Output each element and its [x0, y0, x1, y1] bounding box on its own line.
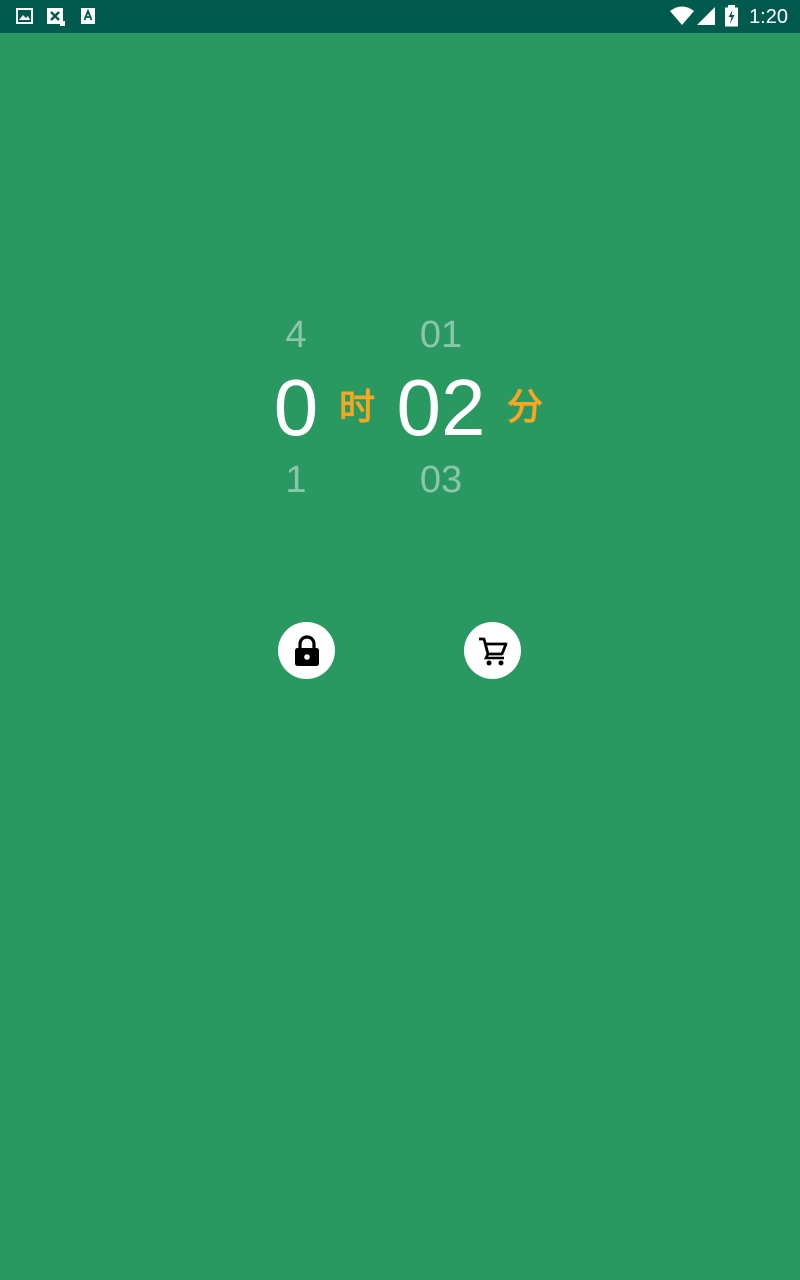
battery-charging-icon [725, 5, 738, 27]
cart-button[interactable] [464, 622, 521, 679]
status-bar: 1:20 [0, 0, 800, 33]
minute-selected[interactable]: 02 [391, 368, 491, 448]
hour-next[interactable]: 1 [276, 461, 316, 499]
close-box-icon [47, 8, 65, 26]
hour-prev[interactable]: 4 [276, 316, 316, 354]
lock-icon [294, 634, 319, 666]
image-icon [16, 8, 33, 24]
minute-unit-label: 分 [507, 387, 544, 428]
hour-unit-label: 时 [339, 387, 376, 428]
minute-next[interactable]: 03 [410, 461, 472, 499]
hour-selected[interactable]: 0 [266, 368, 326, 448]
status-time: 1:20 [749, 6, 788, 28]
cart-icon [478, 637, 507, 665]
minute-prev[interactable]: 01 [410, 316, 472, 354]
lock-button[interactable] [278, 622, 335, 679]
text-a-icon [81, 8, 95, 24]
wifi-icon [670, 6, 694, 25]
signal-icon [697, 7, 715, 25]
